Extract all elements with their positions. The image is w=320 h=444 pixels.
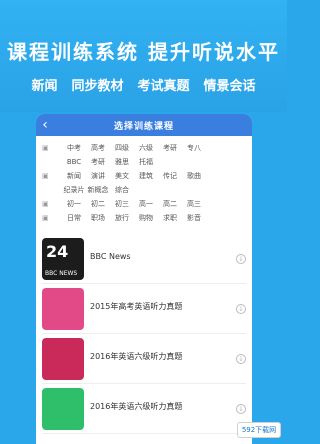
filter-row: ▣ 日常 职场 旅行 购物 求职 影音 xyxy=(42,212,246,224)
app-screen: ‹ 选择训练课程 ▣ 中考 高考 四级 六级 考研 专八 BBC 考研 雅思 托… xyxy=(36,114,252,444)
filter-item[interactable]: 新闻 xyxy=(62,171,86,181)
course-thumbnail xyxy=(42,387,84,430)
promo-feature: 情景会话 xyxy=(203,79,256,94)
list-item-title: 2016年英语六级听力真题 xyxy=(90,352,183,361)
filter-item[interactable]: 演讲 xyxy=(86,171,110,181)
filter-item[interactable]: 高一 xyxy=(134,199,158,209)
filter-item[interactable]: 影音 xyxy=(182,213,206,223)
filter-item[interactable]: 综合 xyxy=(110,185,134,195)
filter-head-icon: ▣ xyxy=(42,200,49,208)
filter-item[interactable]: BBC xyxy=(62,158,86,166)
filter-item[interactable]: 传记 xyxy=(158,171,182,181)
course-list: 24 BBC NEWS BBC News ↓ 2015年高考英语听力真题 ↓ 2… xyxy=(36,232,252,436)
download-icon[interactable]: ↓ xyxy=(236,353,246,364)
list-item[interactable]: 24 BBC NEWS BBC News ↓ xyxy=(42,234,246,284)
list-item-title: 2015年高考英语听力真题 xyxy=(90,302,183,311)
filter-item[interactable]: 新概念 xyxy=(86,185,110,195)
filter-panel: ▣ 中考 高考 四级 六级 考研 专八 BBC 考研 雅思 托福 ▣ 新闻 演讲… xyxy=(36,136,252,224)
download-icon[interactable]: ↓ xyxy=(236,253,246,264)
filter-row: ▣ 新闻 演讲 美文 建筑 传记 歌曲 xyxy=(42,170,246,182)
filter-item[interactable]: 美文 xyxy=(110,171,134,181)
filter-item[interactable]: 纪录片 xyxy=(62,185,86,195)
filter-item[interactable]: 求职 xyxy=(158,213,182,223)
filter-item[interactable]: 高二 xyxy=(158,199,182,209)
filter-item[interactable]: 考研 xyxy=(86,157,110,167)
filter-row: BBC 考研 雅思 托福 xyxy=(42,156,246,168)
filter-head-icon: ▣ xyxy=(42,144,49,152)
filter-item[interactable]: 高考 xyxy=(86,143,110,153)
filter-item[interactable]: 初二 xyxy=(86,199,110,209)
filter-item[interactable]: 初三 xyxy=(110,199,134,209)
app-title: 选择训练课程 xyxy=(113,121,174,132)
filter-item[interactable]: 雅思 xyxy=(110,157,134,167)
app-header: ‹ 选择训练课程 xyxy=(36,114,252,136)
list-item-title: BBC News xyxy=(90,252,131,261)
download-icon[interactable]: ↓ xyxy=(236,403,246,414)
thumb-label: 24 xyxy=(46,241,69,261)
filter-row: ▣ 初一 初二 初三 高一 高二 高三 xyxy=(42,198,246,210)
course-thumbnail xyxy=(42,287,84,330)
filter-item[interactable]: 建筑 xyxy=(134,171,158,181)
list-item-text: 2016年英语六级听力真题 xyxy=(90,351,236,366)
filter-item[interactable]: 高三 xyxy=(182,199,206,209)
list-item-title: 2016年英语六级听力真题 xyxy=(90,402,183,411)
course-thumbnail xyxy=(42,337,84,380)
filter-item[interactable]: 歌曲 xyxy=(182,171,206,181)
filter-item[interactable]: 旅行 xyxy=(110,213,134,223)
list-item-text: 2016年英语六级听力真题 xyxy=(90,401,236,416)
filter-item[interactable]: 日常 xyxy=(62,213,86,223)
thumb-caption: BBC NEWS xyxy=(45,269,78,277)
promo-features: 新闻 同步教材 考试真题 情景会话 xyxy=(0,75,287,94)
list-item[interactable]: 2015年高考英语听力真题 ↓ xyxy=(42,284,246,334)
promo-feature: 考试真题 xyxy=(137,79,190,94)
promo-headline: 课程训练系统 提升听说水平 xyxy=(7,40,280,64)
filter-item[interactable]: 六级 xyxy=(134,143,158,153)
filter-item[interactable]: 托福 xyxy=(134,157,158,167)
list-item[interactable]: 2016年英语六级听力真题 ↓ xyxy=(42,384,246,434)
filter-item[interactable]: 购物 xyxy=(134,213,158,223)
site-watermark: 592下载网 xyxy=(237,422,281,438)
promo-feature: 新闻 xyxy=(31,79,58,94)
promo-feature: 同步教材 xyxy=(71,79,124,94)
filter-row: 纪录片 新概念 综合 xyxy=(42,184,246,196)
list-item-text: 2015年高考英语听力真题 xyxy=(90,301,236,316)
course-thumbnail: 24 BBC NEWS xyxy=(42,237,84,280)
filter-item[interactable]: 初一 xyxy=(62,199,86,209)
filter-item[interactable]: 职场 xyxy=(86,213,110,223)
download-icon[interactable]: ↓ xyxy=(236,303,246,314)
filter-item[interactable]: 专八 xyxy=(182,143,206,153)
filter-row: ▣ 中考 高考 四级 六级 考研 专八 xyxy=(42,142,246,154)
list-item[interactable]: 2016年英语六级听力真题 ↓ xyxy=(42,334,246,384)
filter-item[interactable]: 中考 xyxy=(62,143,86,153)
filter-item[interactable]: 四级 xyxy=(110,143,134,153)
filter-head-icon: ▣ xyxy=(42,214,49,222)
filter-head-icon: ▣ xyxy=(42,172,49,180)
filter-item[interactable]: 考研 xyxy=(158,143,182,153)
list-item-text: BBC News xyxy=(90,252,236,265)
promo-banner: 课程训练系统 提升听说水平 新闻 同步教材 考试真题 情景会话 xyxy=(0,0,287,112)
